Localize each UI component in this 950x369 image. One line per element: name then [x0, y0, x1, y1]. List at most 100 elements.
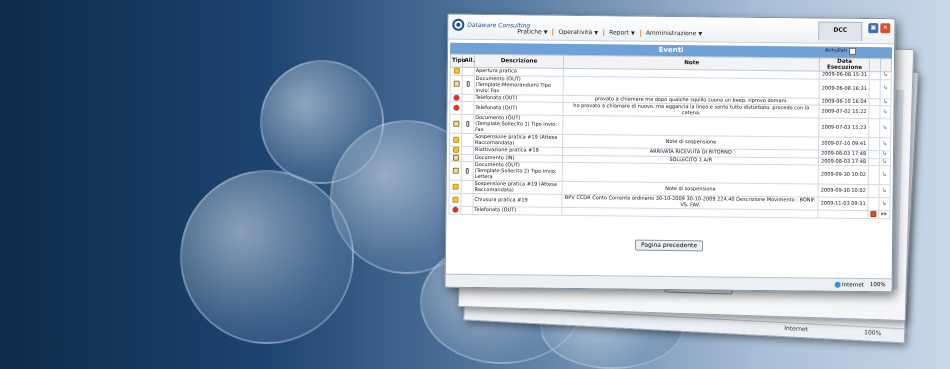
open-arrow-icon[interactable]: ↳	[882, 84, 888, 91]
delete-icon[interactable]	[870, 211, 877, 218]
paperclip-icon[interactable]	[466, 81, 470, 88]
row-type-cell	[450, 67, 463, 75]
open-arrow-icon[interactable]: ↳	[882, 158, 888, 165]
status-zone-label: Internet	[842, 282, 864, 289]
folder-icon	[452, 146, 459, 153]
row-attachment-cell	[461, 146, 474, 154]
row-open-cell[interactable]: ↳	[878, 184, 891, 198]
status-zone: Internet	[834, 281, 864, 288]
row-description: Documento (OUT) (Template:Sollecito 2) T…	[473, 161, 563, 182]
row-action-cell	[868, 105, 880, 119]
paperclip-icon[interactable]	[465, 167, 470, 174]
menu-operativita[interactable]: Operatività ▼	[552, 28, 604, 37]
open-arrow-icon[interactable]: ↳	[882, 124, 888, 131]
open-arrow-icon[interactable]: ↳	[882, 171, 888, 178]
document-icon	[452, 167, 459, 174]
forward-icon[interactable]: ▸▸	[881, 210, 887, 217]
row-action-cell	[869, 98, 880, 106]
row-type-cell	[449, 153, 462, 162]
back-window-2-zoom: 100%	[863, 329, 882, 338]
open-arrow-icon[interactable]: ↳	[882, 108, 888, 115]
row-note	[562, 207, 819, 218]
row-attachment-cell	[461, 180, 474, 194]
row-date: 2009-07-03 15:23	[818, 118, 869, 138]
row-date	[818, 210, 869, 219]
menu-pratiche[interactable]: Pratiche ▼	[512, 28, 552, 35]
row-action-cell	[868, 137, 880, 151]
row-attachment-cell[interactable]	[462, 114, 474, 134]
row-attachment-cell	[461, 206, 473, 214]
row-type-cell	[449, 161, 462, 181]
menu-report[interactable]: Report ▼	[603, 29, 640, 37]
row-attachment-cell	[462, 101, 474, 115]
row-open-cell[interactable]: ↳	[879, 137, 891, 151]
row-type-cell	[449, 133, 463, 147]
row-date: 2009-06-08 16:31	[819, 78, 870, 99]
open-arrow-icon[interactable]: ↳	[881, 200, 887, 207]
phone-icon	[453, 94, 460, 101]
row-action-cell	[868, 184, 879, 198]
row-open-cell[interactable]: ↳	[879, 71, 892, 80]
col-action-a	[869, 58, 881, 72]
row-date: 2009-09-30 10:02	[818, 165, 869, 185]
col-allegati: All.	[462, 54, 475, 68]
pager: Pagina precedente	[448, 230, 890, 254]
row-description: Chiusura pratica #19	[472, 193, 563, 208]
row-date: 2009-11-03 09:31	[818, 197, 869, 211]
main-window: Dataware Consulting Pratiche ▼ Operativit…	[444, 13, 896, 293]
tab-dcc[interactable]: DCC	[818, 21, 863, 42]
row-description: Documento (OUT) (Template:Sollecito 1) T…	[473, 114, 564, 135]
folder-icon	[452, 196, 459, 203]
row-open-cell[interactable]: ↳	[879, 79, 892, 99]
row-attachment-cell[interactable]	[461, 161, 474, 181]
phone-icon	[452, 206, 459, 213]
row-date: 2009-06-10 16:04	[819, 97, 870, 106]
top-bar: Dataware Consulting Pratiche ▼ Operativit…	[448, 14, 895, 45]
row-open-cell[interactable]: ▸▸	[878, 210, 890, 219]
folder-icon	[452, 136, 459, 143]
chevron-down-icon: ▼	[698, 30, 703, 37]
row-open-cell[interactable]: ↳	[879, 98, 892, 106]
close-icon[interactable]: ✕	[880, 23, 891, 34]
row-open-cell[interactable]: ↳	[879, 105, 892, 119]
row-open-cell[interactable]: ↳	[878, 197, 891, 211]
row-type-cell	[449, 146, 463, 154]
chevron-down-icon: ▼	[594, 29, 599, 36]
row-description: Documento (OUT) (Template:Memorandum) Ti…	[474, 74, 564, 95]
row-open-cell[interactable]: ↳	[879, 118, 891, 138]
open-arrow-icon[interactable]: ↳	[881, 187, 887, 194]
menu-pratiche-label: Pratiche	[517, 28, 542, 36]
row-description: Sospensione pratica #19 (Attesa Raccoman…	[472, 180, 563, 195]
events-panel: Eventi Annullati Tipo All. Descrizione N…	[448, 42, 893, 268]
row-open-cell[interactable]: ↳	[878, 158, 891, 166]
document-icon	[453, 80, 460, 88]
row-attachment-cell	[462, 67, 475, 75]
open-arrow-icon[interactable]: ↳	[883, 71, 889, 78]
open-arrow-icon[interactable]: ↳	[882, 150, 888, 157]
prev-page-button[interactable]: Pagina precedente	[634, 239, 704, 252]
row-date: 2009-06-08 15:31	[819, 71, 870, 80]
events-table: Tipo All. Descrizione Note Data Esecuzio…	[448, 54, 892, 219]
row-attachment-cell	[462, 133, 474, 147]
row-action-cell	[867, 210, 879, 219]
menu-amministrazione[interactable]: Amministrazione ▼	[639, 29, 708, 38]
row-date: 2009-07-02 15:22	[819, 105, 870, 119]
row-open-cell[interactable]: ↳	[878, 165, 891, 185]
annullati-label: Annullati	[824, 47, 848, 54]
row-attachment-cell[interactable]	[462, 74, 475, 94]
paperclip-icon[interactable]	[466, 120, 470, 127]
globe-icon	[834, 281, 841, 288]
document-icon	[452, 154, 459, 161]
main-menu: Pratiche ▼ Operatività ▼ Report ▼ Amministr…	[512, 28, 708, 38]
row-open-cell[interactable]: ↳	[878, 150, 891, 159]
save-icon[interactable]: ▣	[868, 23, 879, 34]
annullati-checkbox[interactable]	[849, 47, 857, 55]
open-arrow-icon[interactable]: ↳	[882, 98, 888, 105]
col-data-esecuzione: Data Esecuzione	[819, 58, 870, 72]
open-arrow-icon[interactable]: ↳	[882, 140, 888, 147]
chevron-down-icon: ▼	[543, 29, 548, 36]
zoom-level[interactable]: 100%	[870, 282, 886, 288]
row-date: 2009-08-03 17:48	[818, 157, 869, 166]
row-action-cell	[868, 150, 880, 159]
row-description: Telefonata (OUT)	[472, 206, 563, 215]
